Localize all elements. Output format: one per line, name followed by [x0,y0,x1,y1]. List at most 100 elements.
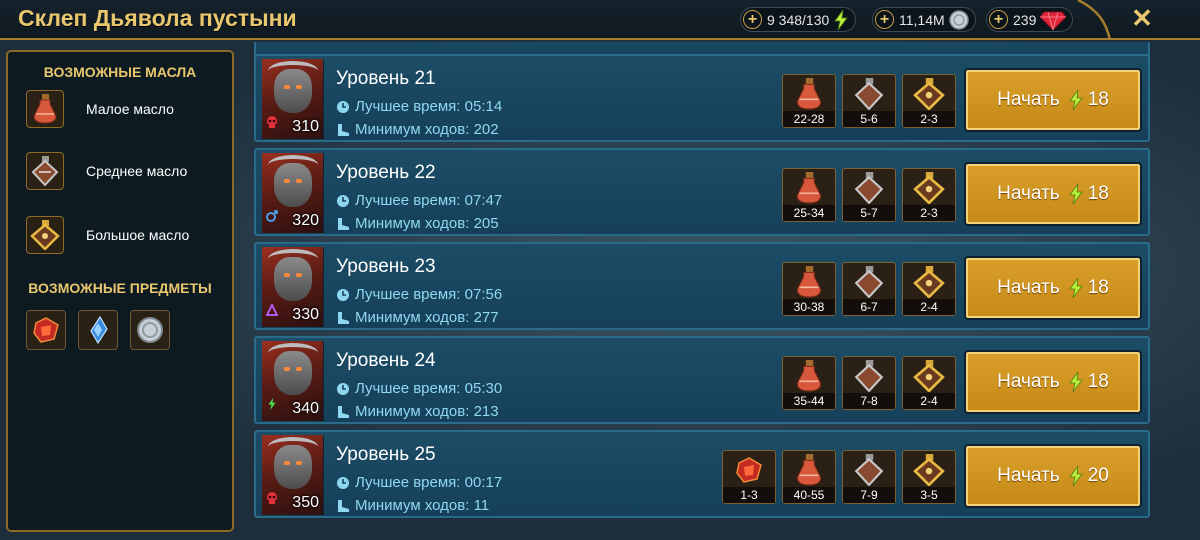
red-artifact-icon[interactable] [26,310,66,350]
clock-icon [336,100,350,114]
oil-label-medium: Среднее масло [86,163,188,179]
small-oil-flask-icon [783,75,835,113]
silver-counter: + 11,14M [872,7,976,32]
best-time-stat: Лучшее время: 05:30 [336,380,502,397]
boss-power: 330 [292,306,319,323]
start-label: Начать [997,89,1060,110]
drop-amount: 25-34 [783,205,835,221]
drop-large-oil[interactable]: 2-4 [902,262,956,316]
large-oil-flask-icon [903,263,955,301]
affinity-magic-icon [266,209,278,227]
drop-medium-oil[interactable]: 5-6 [842,74,896,128]
drop-large-oil[interactable]: 2-4 [902,356,956,410]
start-button[interactable]: Начать 18 [964,350,1142,414]
close-button[interactable]: ✕ [1128,3,1156,33]
add-energy-button[interactable]: + [743,10,762,29]
drop-large-oil[interactable]: 3-5 [902,450,956,504]
boss-portrait: 350 [262,435,324,515]
best-time: Лучшее время: 05:30 [355,380,503,397]
drop-medium-oil[interactable]: 6-7 [842,262,896,316]
best-time-stat: Лучшее время: 00:17 [336,474,502,491]
best-time-stat: Лучшее время: 05:14 [336,98,502,115]
level-title: Уровень 23 [336,256,436,277]
level-title: Уровень 21 [336,68,436,89]
boss-power: 350 [292,494,319,511]
energy-bolt-icon [1068,89,1084,111]
level-row[interactable]: 340 Уровень 24 Лучшее время: 05:30 Миним… [254,336,1150,424]
oil-label-large: Большое масло [86,227,190,243]
affinity-skull-icon [266,115,278,133]
medium-oil-flask-icon [843,451,895,489]
drop-amount: 2-3 [903,205,955,221]
drop-small-oil[interactable]: 30-38 [782,262,836,316]
energy-bolt-icon [1068,465,1084,487]
start-button[interactable]: Начать 20 [964,444,1142,508]
oil-entry-medium[interactable]: Среднее масло [26,152,187,190]
blue-shard-icon[interactable] [78,310,118,350]
drop-amount: 5-6 [843,111,895,127]
boss-portrait: 330 [262,247,324,327]
drop-artifact[interactable]: 1-3 [722,450,776,504]
boot-icon [336,311,350,325]
drop-large-oil[interactable]: 2-3 [902,74,956,128]
energy-cost: 18 [1087,183,1109,204]
large-oil-flask-icon [26,216,64,254]
drop-small-oil[interactable]: 25-34 [782,168,836,222]
drop-amount: 22-28 [783,111,835,127]
medium-oil-flask-icon [26,152,64,190]
large-oil-flask-icon [903,357,955,395]
start-button[interactable]: Начать 18 [964,68,1142,132]
best-time: Лучшее время: 05:14 [355,98,503,115]
min-turns-stat: Минимум ходов: 277 [336,309,499,326]
level-row[interactable]: 330 Уровень 23 Лучшее время: 07:56 Миним… [254,242,1150,330]
energy-cost: 18 [1087,89,1109,110]
oil-entry-large[interactable]: Большое масло [26,216,189,254]
energy-bolt-icon [1068,371,1084,393]
level-row[interactable]: 310 Уровень 21 Лучшее время: 05:14 Миним… [254,54,1150,142]
add-gems-button[interactable]: + [989,10,1008,29]
large-oil-flask-icon [903,169,955,207]
drop-small-oil[interactable]: 35-44 [782,356,836,410]
drop-medium-oil[interactable]: 5-7 [842,168,896,222]
drop-medium-oil[interactable]: 7-9 [842,450,896,504]
best-time-stat: Лучшее время: 07:56 [336,286,502,303]
start-label: Начать [997,465,1060,486]
affinity-spirit-icon [265,302,279,321]
silver-value: 11,14M [899,11,945,28]
level-row[interactable]: 350 Уровень 25 Лучшее время: 00:17 Миним… [254,430,1150,518]
best-time: Лучшее время: 07:56 [355,286,503,303]
energy-cost: 18 [1087,371,1109,392]
level-list[interactable]: 310 Уровень 21 Лучшее время: 05:14 Миним… [254,42,1152,540]
energy-cost: 18 [1087,277,1109,298]
start-label: Начать [997,183,1060,204]
drop-amount: 5-7 [843,205,895,221]
energy-bolt-icon [1068,183,1084,205]
clock-icon [336,476,350,490]
drop-amount: 6-7 [843,299,895,315]
silver-coin-icon[interactable] [130,310,170,350]
top-bar: Склеп Дьявола пустыни + 9 348/130 + 11,1… [0,0,1200,40]
drop-amount: 40-55 [783,487,835,503]
medium-oil-flask-icon [843,169,895,207]
clock-icon [336,288,350,302]
boss-power: 340 [292,400,319,417]
header-ornament-icon [1077,0,1112,40]
medium-oil-flask-icon [843,263,895,301]
affinity-force-icon [266,397,278,415]
best-time-stat: Лучшее время: 07:47 [336,192,502,209]
energy-counter: + 9 348/130 [740,7,857,32]
small-oil-flask-icon [783,169,835,207]
start-button[interactable]: Начать 18 [964,162,1142,226]
level-row[interactable]: 320 Уровень 22 Лучшее время: 07:47 Миним… [254,148,1150,236]
oil-entry-small[interactable]: Малое масло [26,90,174,128]
min-turns: Минимум ходов: 277 [355,309,499,326]
add-silver-button[interactable]: + [875,10,894,29]
energy-bolt-icon [833,9,849,30]
min-turns-stat: Минимум ходов: 205 [336,215,499,232]
drop-small-oil[interactable]: 22-28 [782,74,836,128]
drop-small-oil[interactable]: 40-55 [782,450,836,504]
start-button[interactable]: Начать 18 [964,256,1142,320]
drop-medium-oil[interactable]: 7-8 [842,356,896,410]
energy-cost: 20 [1087,465,1109,486]
drop-large-oil[interactable]: 2-3 [902,168,956,222]
